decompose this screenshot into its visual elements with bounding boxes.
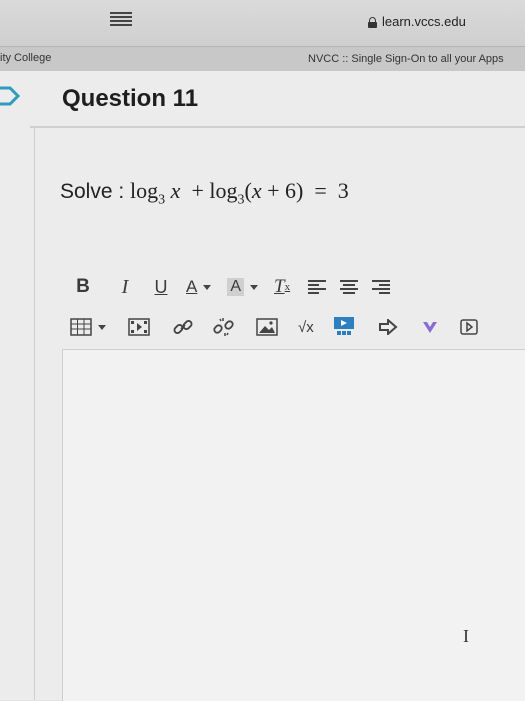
address-bar[interactable]: learn.vccs.edu <box>368 14 466 29</box>
clear-formatting-button[interactable]: Tx <box>274 276 290 298</box>
question-prompt: Solve : log3 x + log3(x + 6) = 3 <box>60 178 349 208</box>
chevron-right-icon[interactable] <box>0 85 22 107</box>
chevron-down-icon <box>250 284 259 290</box>
left-divider <box>34 128 35 700</box>
underline-button[interactable]: U <box>150 277 172 298</box>
answer-editor[interactable] <box>62 349 525 701</box>
text-cursor-icon: I <box>463 626 469 646</box>
play-media-icon[interactable] <box>459 319 478 335</box>
background-color-button[interactable]: A <box>227 278 259 296</box>
chevron-down-icon <box>98 324 106 330</box>
table-button[interactable] <box>70 318 106 336</box>
editor-toolbar-row-1: B I U A A Tx <box>70 274 391 300</box>
prompt-label: Solve : <box>60 180 125 203</box>
browser-toolbar: learn.vccs.edu <box>0 0 525 46</box>
bold-button[interactable]: B <box>70 276 96 298</box>
lti-tool-icon[interactable] <box>422 320 438 334</box>
share-arrow-icon[interactable] <box>378 319 398 335</box>
reader-view-icon[interactable] <box>110 8 132 30</box>
unlink-icon[interactable] <box>212 317 236 337</box>
quiz-page: Question 11 Solve : log3 x + log3(x + 6)… <box>0 71 525 701</box>
equation-button[interactable]: √x <box>298 319 314 336</box>
align-left-icon[interactable] <box>308 279 327 295</box>
table-icon <box>70 318 92 336</box>
embed-media-icon[interactable] <box>332 316 356 338</box>
chevron-down-icon <box>203 284 212 290</box>
editor-toolbar-row-2: √x <box>70 314 478 340</box>
link-icon[interactable] <box>172 317 194 337</box>
header-divider <box>30 126 525 128</box>
question-title: Question 11 <box>62 85 199 112</box>
align-right-icon[interactable] <box>372 279 391 295</box>
tab-nvcc-sso[interactable]: NVCC :: Single Sign-On to all your Apps <box>308 53 525 65</box>
align-center-icon[interactable] <box>340 279 359 295</box>
equation: log3 x + log3(x + 6) = 3 <box>130 178 349 208</box>
media-icon[interactable] <box>128 318 150 336</box>
lock-icon <box>368 16 377 28</box>
italic-button[interactable]: I <box>112 276 138 299</box>
text-color-button[interactable]: A <box>186 277 212 297</box>
image-icon[interactable] <box>256 318 278 336</box>
tab-bar: ity College NVCC :: Single Sign-On to al… <box>0 46 525 72</box>
url-text: learn.vccs.edu <box>382 14 466 29</box>
tab-college[interactable]: ity College <box>0 52 51 64</box>
